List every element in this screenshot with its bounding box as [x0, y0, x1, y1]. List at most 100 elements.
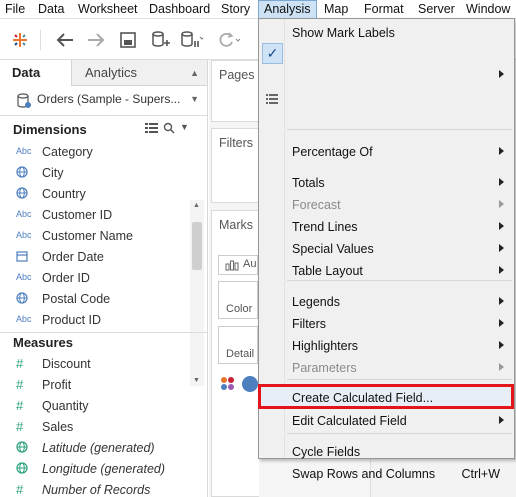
field-label: Profit	[42, 378, 72, 392]
abc-icon: Abc	[16, 314, 32, 324]
forward-arrow-icon[interactable]	[84, 28, 108, 52]
menu-item-edit-calculated-field[interactable]: Edit Calculated Field	[259, 410, 514, 432]
scroll-down-icon[interactable]: ▼	[193, 377, 200, 384]
menu-item-legends[interactable]: Legends	[259, 291, 514, 313]
shortcut-label: Ctrl+W	[461, 467, 500, 481]
menu-analysis[interactable]: Analysis	[258, 0, 317, 19]
divider	[0, 332, 207, 333]
number-icon: #	[16, 419, 24, 434]
menu-item-show-mark-labels[interactable]: Show Mark Labels	[259, 22, 514, 44]
submenu-arrow-icon	[499, 341, 504, 349]
menu-item-parameters[interactable]: Parameters	[259, 357, 514, 379]
menu-dashboard[interactable]: Dashboard	[149, 0, 210, 19]
measure-field-sales[interactable]: # Sales	[0, 417, 190, 438]
menu-file[interactable]: File	[5, 0, 25, 19]
color-button[interactable]: Color	[218, 281, 258, 319]
dimension-field-order-id[interactable]: Abc Order ID	[0, 268, 190, 289]
submenu-arrow-icon	[499, 319, 504, 327]
measure-field-longitude-generated[interactable]: Longitude (generated)	[0, 459, 190, 480]
color-dots-icon[interactable]	[220, 376, 260, 395]
field-label: Longitude (generated)	[42, 462, 166, 476]
field-label: Sales	[42, 420, 74, 434]
menu-item-swap-rows-and-columns[interactable]: Swap Rows and Columns Ctrl+W	[259, 463, 514, 485]
datasource-label: Orders (Sample - Supers...	[37, 92, 181, 106]
menu-item-label: Legends	[292, 295, 340, 309]
dimension-field-postal-code[interactable]: Postal Code	[0, 289, 190, 310]
refresh-icon[interactable]	[216, 28, 240, 52]
menu-window[interactable]: Window	[466, 0, 510, 19]
measures-title: Measures	[13, 335, 73, 350]
globe-icon	[16, 187, 36, 201]
menu-item-label: Special Values	[292, 242, 374, 256]
measure-field-number-of-records[interactable]: # Number of Records	[0, 480, 190, 497]
menu-story[interactable]: Story	[221, 0, 250, 19]
detail-button[interactable]: Detail	[218, 326, 258, 364]
calendar-icon	[16, 250, 36, 264]
menu-item-highlighters[interactable]: Highlighters	[259, 335, 514, 357]
number-icon: #	[16, 398, 24, 413]
database-icon	[17, 93, 31, 112]
datasource-item[interactable]: Orders (Sample - Supers...	[0, 88, 207, 112]
abc-icon: Abc	[16, 146, 32, 156]
field-label: Customer ID	[42, 208, 113, 222]
dimension-field-customer-name[interactable]: Abc Customer Name	[0, 226, 190, 247]
field-label: Number of Records	[42, 483, 151, 497]
new-datasource-icon[interactable]	[148, 28, 172, 52]
field-label: Latitude (generated)	[42, 441, 155, 455]
dimension-field-category[interactable]: Abc Category	[0, 142, 190, 163]
menu-item-submenu[interactable]	[259, 64, 514, 86]
scrollbar-thumb[interactable]	[192, 222, 202, 270]
divider	[0, 115, 207, 116]
menu-data[interactable]: Data	[38, 0, 64, 19]
save-icon[interactable]	[116, 28, 140, 52]
dimension-field-city[interactable]: City	[0, 163, 190, 184]
menu-item-forecast[interactable]: Forecast	[259, 194, 514, 216]
tab-analytics[interactable]: Analytics ▲ ▼	[72, 60, 207, 104]
dimension-field-product-id[interactable]: Abc Product ID	[0, 310, 190, 331]
field-label: Category	[42, 145, 93, 159]
menu-item-label: Parameters	[292, 361, 357, 375]
menu-map[interactable]: Map	[324, 0, 348, 19]
menu-arrow-icon[interactable]: ▼	[180, 122, 189, 132]
measure-field-profit[interactable]: # Profit	[0, 375, 190, 396]
menu-item-filters[interactable]: Filters	[259, 313, 514, 335]
pane-tabs: Data Analytics ▲ ▼	[0, 60, 207, 104]
dimension-field-order-date[interactable]: Order Date	[0, 247, 190, 268]
dimension-field-country[interactable]: Country	[0, 184, 190, 205]
tab-analytics-label: Analytics	[85, 65, 138, 80]
marks-type-label: Au	[243, 258, 257, 270]
abc-icon: Abc	[16, 230, 32, 240]
checkmark-icon: ✓	[262, 43, 283, 64]
dimensions-scrollbar[interactable]: ▲ ▼	[190, 200, 204, 386]
field-label: Product ID	[42, 313, 102, 327]
menu-format[interactable]: Format	[364, 0, 404, 19]
pages-shelf[interactable]: Pages	[211, 60, 259, 122]
globe-icon	[16, 441, 36, 455]
marks-type-dropdown[interactable]: Au	[218, 255, 258, 275]
menu-item-percentage-of[interactable]: Percentage Of	[259, 141, 514, 163]
dimension-field-customer-id[interactable]: Abc Customer ID	[0, 205, 190, 226]
view-options-icon[interactable]	[145, 123, 158, 137]
pause-updates-icon[interactable]	[179, 28, 203, 52]
search-icon[interactable]	[163, 122, 175, 137]
menu-item-table-layout[interactable]: Table Layout	[259, 260, 514, 282]
detail-label: Detail	[226, 348, 255, 360]
menu-separator	[287, 379, 512, 380]
filters-shelf[interactable]: Filters	[211, 128, 259, 203]
scroll-up-icon[interactable]: ▲	[193, 202, 200, 209]
submenu-arrow-icon	[499, 147, 504, 155]
menu-item-special-values[interactable]: Special Values	[259, 238, 514, 260]
menu-item-cycle-fields[interactable]: Cycle Fields	[259, 441, 514, 463]
measure-field-discount[interactable]: # Discount	[0, 354, 190, 375]
menu-worksheet[interactable]: Worksheet	[78, 0, 138, 19]
measure-field-quantity[interactable]: # Quantity	[0, 396, 190, 417]
tab-data[interactable]: Data	[0, 60, 72, 86]
color-label: Color	[226, 303, 253, 315]
menu-item-trend-lines[interactable]: Trend Lines	[259, 216, 514, 238]
tableau-logo-icon[interactable]	[8, 28, 32, 52]
back-arrow-icon[interactable]	[53, 28, 77, 52]
measure-field-latitude-generated[interactable]: Latitude (generated)	[0, 438, 190, 459]
menu-server[interactable]: Server	[418, 0, 455, 19]
menu-item-totals[interactable]: Totals	[259, 172, 514, 194]
field-label: Country	[42, 187, 86, 201]
